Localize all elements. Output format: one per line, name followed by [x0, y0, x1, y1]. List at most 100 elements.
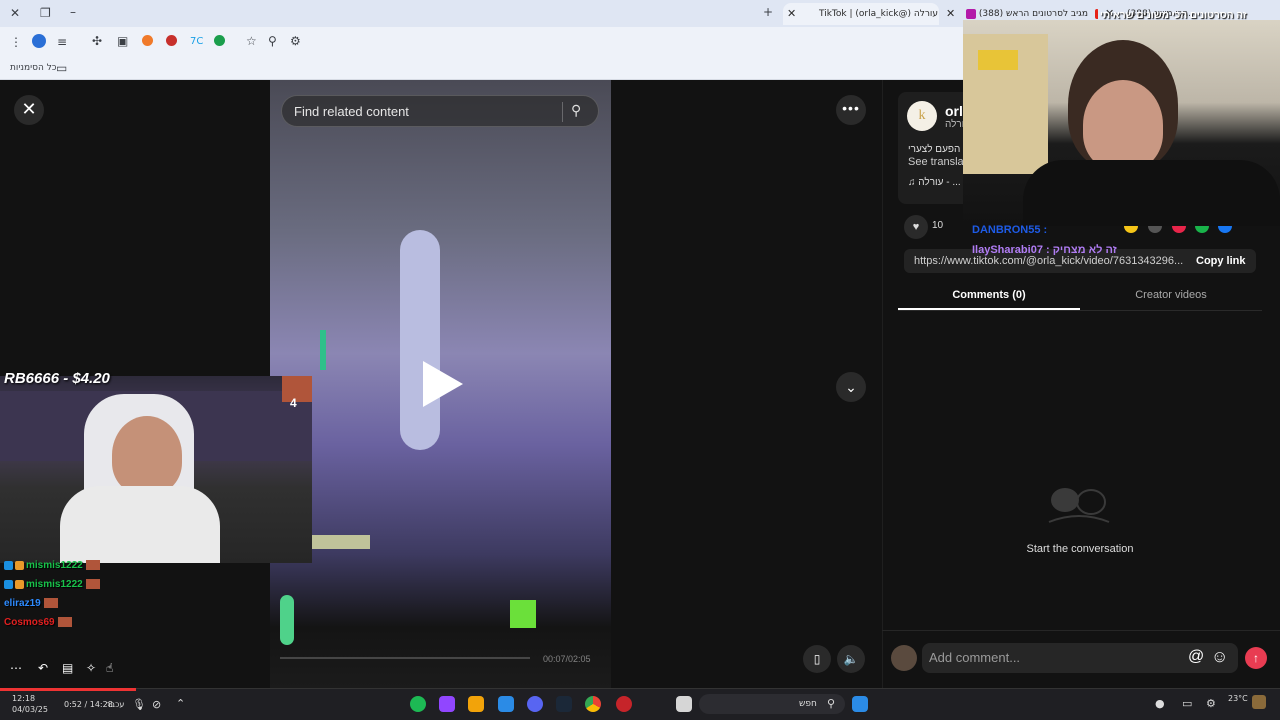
window-close-icon[interactable]: ✕ — [10, 6, 20, 20]
comment-input[interactable]: Add comment... @ ☺ — [922, 643, 1238, 673]
record-icon[interactable]: ● — [1155, 697, 1165, 710]
zoom-icon[interactable]: ⚲ — [268, 34, 277, 48]
chat-message: IlaySharabi07 : זה לא מצחיק — [972, 244, 1117, 256]
clock-time: 12:18 — [12, 694, 36, 703]
windows-start-icon[interactable] — [852, 696, 868, 712]
tray-app-icon[interactable] — [1252, 695, 1266, 709]
painting-detail — [978, 50, 1018, 70]
volume-icon[interactable]: 🔈 — [837, 645, 865, 673]
music-link[interactable]: ♫ עורלה - ... — [908, 177, 961, 188]
extension-green-icon[interactable] — [214, 35, 225, 46]
chrome-icon[interactable] — [585, 696, 601, 712]
chat-user: eliraz19 — [4, 598, 41, 609]
tab-comments[interactable]: Comments (0) — [898, 289, 1080, 301]
tab-close-icon[interactable]: ✕ — [787, 3, 935, 25]
like-icon[interactable]: ☝ — [106, 661, 113, 675]
related-search-box[interactable]: Find related content ⚲ — [281, 95, 599, 127]
device-icon[interactable]: ▯ — [803, 645, 831, 673]
video-progress-bar[interactable] — [280, 657, 530, 659]
menu-icon[interactable]: ⋮ — [10, 35, 22, 49]
mention-icon[interactable]: @ — [1188, 648, 1204, 666]
new-tab-icon[interactable]: + — [763, 5, 773, 19]
play-icon[interactable] — [423, 361, 463, 407]
playlist-icon[interactable]: ≡ — [57, 35, 67, 49]
emote-image — [282, 376, 312, 402]
video-frame-shape — [320, 330, 326, 370]
search-placeholder: Find related content — [294, 104, 409, 119]
emote-icon — [85, 579, 100, 590]
twitch-icon[interactable] — [439, 696, 455, 712]
chat-line: eliraz19 — [4, 598, 58, 609]
chat-bubbles-icon — [1048, 488, 1110, 523]
spotify-icon[interactable] — [410, 696, 426, 712]
youtube-icon — [1094, 8, 1098, 19]
folder-icon: ▭ — [56, 61, 68, 75]
window-minimize-icon[interactable]: – — [70, 5, 76, 19]
all-bookmarks-link[interactable]: כל הסימניות — [10, 61, 57, 75]
chat-user: Cosmos69 — [4, 617, 55, 628]
streamer-face — [112, 416, 182, 494]
search-label: חפש — [799, 699, 817, 709]
site-settings-icon[interactable]: ⚙ — [290, 34, 301, 48]
video-frame-shape — [310, 535, 370, 549]
close-icon[interactable]: ✕ — [14, 95, 44, 125]
profile-icon[interactable] — [32, 34, 46, 48]
see-translation-link[interactable]: See translat — [908, 156, 967, 168]
more-icon[interactable]: ••• — [836, 95, 866, 125]
window-maximize-icon[interactable]: ❐ — [40, 6, 51, 20]
extension-red-icon[interactable] — [166, 35, 177, 46]
bookmark-star-icon[interactable]: ☆ — [246, 34, 257, 48]
video-frame-shape — [400, 230, 440, 450]
heart-icon[interactable]: ♥ — [904, 215, 928, 239]
notes-icon[interactable] — [498, 696, 514, 712]
chevron-down-icon[interactable]: ⌄ — [836, 372, 866, 402]
creator-avatar[interactable]: k — [907, 101, 937, 131]
tab-creator-videos[interactable]: Creator videos — [1080, 289, 1262, 301]
emoji-icon[interactable]: ☺ — [1211, 647, 1228, 667]
extension-blue-icon[interactable]: 7C — [190, 35, 203, 49]
dislike-icon[interactable]: ✧ — [86, 661, 96, 675]
comment-bar-divider — [882, 630, 1280, 631]
obs-icon[interactable] — [616, 696, 632, 712]
user-avatar — [891, 645, 917, 671]
chevron-up-icon[interactable]: ⌃ — [176, 697, 185, 710]
display-icon[interactable]: ▭ — [1182, 697, 1192, 710]
video-caption: הפעם לצערי — [908, 144, 961, 155]
comment-icon[interactable]: ▤ — [62, 661, 73, 675]
stream-chat-line: IlaySharabi07 : זה לא מצחיק — [972, 244, 1117, 256]
screen-icon[interactable]: ▣ — [117, 34, 128, 48]
taskbar-search[interactable]: חפש ⚲ — [699, 694, 845, 714]
stream-chat-line: DANBRON55 : — [972, 224, 1048, 236]
copy-link-button[interactable]: Copy link — [1196, 255, 1246, 267]
empty-comments-text: Start the conversation — [1026, 543, 1134, 555]
emote-count: 4 — [290, 396, 297, 410]
badge-icon — [15, 579, 24, 589]
search-icon[interactable]: ⚲ — [571, 102, 581, 119]
microphone-icon[interactable]: 🎙 — [132, 698, 146, 711]
more-icon[interactable]: ⋯ — [10, 661, 22, 675]
comment-placeholder: Add comment... — [929, 650, 1021, 665]
creator-name[interactable]: orl — [945, 103, 963, 119]
facecam-small: 4 — [0, 376, 312, 563]
extensions-icon[interactable]: ✣ — [92, 34, 102, 48]
discord-icon[interactable] — [527, 696, 543, 712]
tab-tiktok[interactable]: ✕ TikTok | (orla_kick@) עורלה — [783, 3, 939, 25]
tab-divider — [898, 310, 1262, 311]
camera-off-icon[interactable]: ⊘ — [152, 698, 161, 711]
settings-icon[interactable]: ⚙ — [1206, 697, 1216, 710]
stream-title: זה הסרטונים הכי משונים שראיתי — [1100, 10, 1247, 21]
chat-user: mismis1222 — [26, 579, 83, 590]
steam-icon[interactable] — [556, 696, 572, 712]
media-progress-bar[interactable] — [0, 688, 136, 691]
send-icon[interactable]: ↑ — [1245, 647, 1267, 669]
streamer-shirt — [1023, 160, 1280, 226]
emote-icon — [85, 560, 100, 571]
video-time-code: 00:07/02:05 — [543, 654, 591, 664]
reply-icon[interactable]: ↶ — [38, 661, 48, 675]
file-explorer-icon[interactable] — [676, 696, 692, 712]
extension-orange-icon[interactable] — [142, 35, 153, 46]
emote-icon — [43, 598, 58, 609]
video-link-url[interactable]: https://www.tiktok.com/@orla_kick/video/… — [914, 255, 1183, 267]
badge-icon — [15, 560, 24, 570]
app-icon[interactable] — [468, 696, 484, 712]
